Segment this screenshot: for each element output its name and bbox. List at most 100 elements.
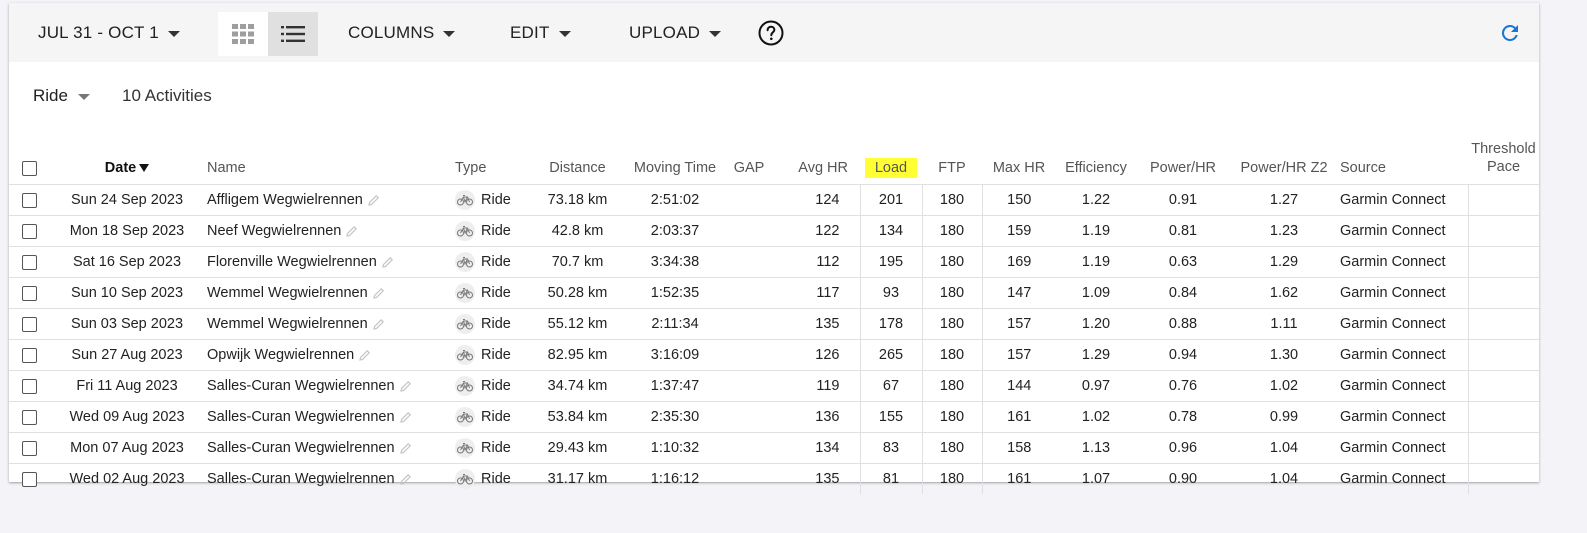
table-row[interactable]: Wed 09 Aug 2023 Salles-Curan Wegwielrenn…	[9, 401, 1539, 433]
pencil-icon[interactable]	[368, 194, 380, 206]
row-checkbox[interactable]	[9, 308, 49, 340]
cell-distance: 42.8 km	[533, 215, 622, 247]
row-checkbox[interactable]	[9, 370, 49, 402]
pencil-icon[interactable]	[399, 411, 412, 423]
view-toggle	[218, 12, 318, 56]
select-all-checkbox[interactable]	[9, 132, 49, 185]
column-header-distance[interactable]: Distance	[533, 132, 622, 185]
cell-date: Sun 24 Sep 2023	[49, 184, 205, 216]
cell-name[interactable]: Affligem Wegwielrennen	[205, 184, 453, 216]
row-checkbox[interactable]	[9, 463, 49, 494]
cell-name[interactable]: Salles-Curan Wegwielrennen	[205, 463, 453, 494]
cell-avg-hr: 126	[770, 339, 860, 371]
cell-name[interactable]: Wemmel Wegwielrennen	[205, 308, 453, 340]
columns-label: COLUMNS	[348, 23, 435, 42]
activity-count: 10 Activities	[122, 86, 212, 105]
list-view-button[interactable]	[268, 12, 318, 56]
pencil-icon[interactable]	[372, 287, 385, 299]
cell-type: Ride	[453, 215, 533, 247]
table-row[interactable]: Sun 27 Aug 2023 Opwijk Wegwielrennen Rid…	[9, 339, 1539, 371]
cell-power-hr: 0.84	[1136, 277, 1230, 309]
pencil-icon[interactable]	[399, 473, 412, 485]
column-header-power-hr-z2[interactable]: Power/HR Z2	[1230, 132, 1338, 185]
cell-type: Ride	[453, 432, 533, 464]
cell-distance: 50.28 km	[533, 277, 622, 309]
pencil-icon[interactable]	[399, 380, 412, 392]
cell-distance: 55.12 km	[533, 308, 622, 340]
pencil-icon[interactable]	[381, 256, 394, 268]
row-checkbox[interactable]	[9, 246, 49, 278]
checkbox-icon	[21, 378, 37, 394]
cell-name[interactable]: Neef Wegwielrennen	[205, 215, 453, 247]
row-checkbox[interactable]	[9, 401, 49, 433]
cell-power-hr: 0.96	[1136, 432, 1230, 464]
date-range-dropdown[interactable]: JUL 31 - OCT 1	[38, 15, 180, 51]
bike-icon	[455, 345, 475, 365]
table-row[interactable]: Mon 18 Sep 2023 Neef Wegwielrennen Ride …	[9, 215, 1539, 247]
column-header-type[interactable]: Type	[453, 132, 533, 185]
grid-view-button[interactable]	[218, 12, 268, 56]
column-header-source[interactable]: Source	[1338, 132, 1468, 185]
cell-name[interactable]: Florenville Wegwielrennen	[205, 246, 453, 278]
help-button[interactable]	[758, 20, 784, 46]
cell-moving-time: 3:16:09	[622, 339, 728, 371]
cell-distance: 73.18 km	[533, 184, 622, 216]
refresh-button[interactable]	[1498, 21, 1522, 45]
column-header-ftp[interactable]: FTP	[922, 132, 982, 185]
column-header-load[interactable]: Load	[860, 132, 922, 185]
table-row[interactable]: Sat 16 Sep 2023 Florenville Wegwielrenne…	[9, 246, 1539, 278]
columns-dropdown[interactable]: COLUMNS	[348, 15, 456, 51]
cell-name[interactable]: Wemmel Wegwielrennen	[205, 277, 453, 309]
cell-power-hr: 0.90	[1136, 463, 1230, 494]
cell-gap	[728, 463, 770, 494]
cell-name[interactable]: Salles-Curan Wegwielrennen	[205, 432, 453, 464]
cell-efficiency: 1.19	[1056, 215, 1136, 247]
cell-name[interactable]: Salles-Curan Wegwielrennen	[205, 370, 453, 402]
cell-name[interactable]: Opwijk Wegwielrennen	[205, 339, 453, 371]
cell-threshold-pace	[1467, 215, 1539, 247]
cell-ftp: 180	[921, 370, 982, 402]
cell-ftp: 180	[921, 215, 982, 247]
column-header-moving-time[interactable]: Moving Time	[622, 132, 728, 185]
cell-type: Ride	[453, 246, 533, 278]
activity-type: Ride	[481, 192, 511, 208]
column-header-max-hr[interactable]: Max HR	[982, 132, 1056, 185]
table-row[interactable]: Sun 24 Sep 2023 Affligem Wegwielrennen R…	[9, 184, 1539, 216]
pencil-icon[interactable]	[346, 225, 358, 237]
cell-source: Garmin Connect	[1338, 370, 1468, 402]
edit-dropdown[interactable]: EDIT	[510, 15, 571, 51]
row-checkbox[interactable]	[9, 184, 49, 216]
chevron-down-icon	[443, 31, 456, 37]
cell-moving-time: 1:37:47	[622, 370, 728, 402]
cell-efficiency: 0.97	[1056, 370, 1136, 402]
row-checkbox[interactable]	[9, 277, 49, 309]
cell-avg-hr: 112	[770, 246, 860, 278]
cell-name[interactable]: Salles-Curan Wegwielrennen	[205, 401, 453, 433]
table-row[interactable]: Sun 10 Sep 2023 Wemmel Wegwielrennen Rid…	[9, 277, 1539, 309]
column-header-name[interactable]: Name	[205, 132, 453, 185]
row-checkbox[interactable]	[9, 432, 49, 464]
cell-power-hr-z2: 1.11	[1230, 308, 1338, 340]
cell-max-hr: 169	[981, 246, 1056, 278]
column-header-threshold-pace[interactable]: Threshold Pace	[1468, 132, 1539, 185]
table-row[interactable]: Wed 02 Aug 2023 Salles-Curan Wegwielrenn…	[9, 463, 1539, 494]
table-row[interactable]: Fri 11 Aug 2023 Salles-Curan Wegwielrenn…	[9, 370, 1539, 402]
table-row[interactable]: Sun 03 Sep 2023 Wemmel Wegwielrennen Rid…	[9, 308, 1539, 340]
cell-max-hr: 158	[981, 432, 1056, 464]
column-header-date[interactable]: Date	[49, 132, 205, 185]
activity-name: Affligem Wegwielrennen	[207, 192, 363, 208]
table-row[interactable]: Mon 07 Aug 2023 Salles-Curan Wegwielrenn…	[9, 432, 1539, 464]
column-header-avg-hr[interactable]: Avg HR	[770, 132, 860, 185]
cell-date: Sun 03 Sep 2023	[49, 308, 205, 340]
pencil-icon[interactable]	[359, 349, 371, 361]
pencil-icon[interactable]	[372, 318, 385, 330]
column-header-power-hr[interactable]: Power/HR	[1136, 132, 1230, 185]
pencil-icon[interactable]	[399, 442, 412, 454]
column-header-efficiency[interactable]: Efficiency	[1056, 132, 1136, 185]
column-header-gap[interactable]: GAP	[728, 132, 770, 185]
activity-type-filter[interactable]: Ride	[33, 86, 90, 106]
row-checkbox[interactable]	[9, 339, 49, 371]
cell-power-hr: 0.81	[1136, 215, 1230, 247]
row-checkbox[interactable]	[9, 215, 49, 247]
upload-dropdown[interactable]: UPLOAD	[629, 15, 722, 51]
